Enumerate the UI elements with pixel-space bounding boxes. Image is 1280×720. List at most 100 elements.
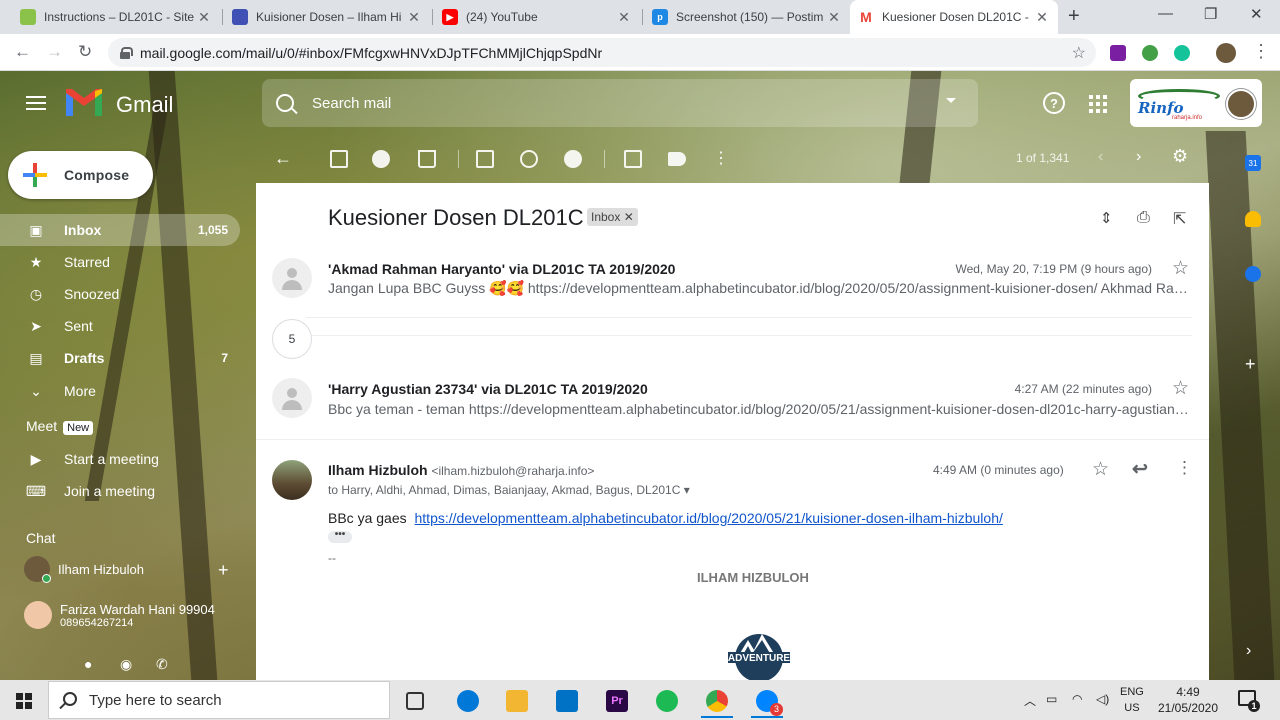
edge-icon[interactable]: [457, 690, 479, 712]
browser-tab-active[interactable]: M Kuesioner Dosen DL201C - ✕: [850, 0, 1058, 34]
older-chevron-icon[interactable]: ›: [1136, 148, 1141, 166]
browser-tab[interactable]: p Screenshot (150) — Postim ✕: [644, 0, 850, 34]
message-snippet[interactable]: Bbc ya teman - teman https://development…: [328, 401, 1192, 417]
account-switcher[interactable]: Rinfo raharja.info: [1130, 79, 1262, 127]
inbox-label-chip[interactable]: Inbox ✕: [587, 208, 638, 226]
volume-icon[interactable]: ◁): [1096, 692, 1109, 706]
close-window-button[interactable]: ✕: [1250, 5, 1263, 23]
show-details-icon[interactable]: ▾: [684, 483, 690, 497]
reload-icon[interactable]: ↻: [78, 42, 92, 62]
extension-globe-icon[interactable]: [1142, 45, 1158, 61]
chat-contact[interactable]: Fariza Wardah Hani 99904 089654267214: [24, 601, 215, 629]
search-input[interactable]: Search mail: [312, 95, 391, 112]
wifi-icon[interactable]: ◠: [1072, 692, 1082, 706]
close-icon[interactable]: ✕: [1034, 9, 1050, 26]
input-language[interactable]: ENG US: [1120, 684, 1144, 716]
more-vert-icon[interactable]: ⋮: [1252, 41, 1270, 62]
forward-arrow-icon[interactable]: →: [46, 42, 63, 62]
taskbar-clock[interactable]: 4:49 21/05/2020: [1148, 684, 1228, 716]
chrome-icon[interactable]: [701, 690, 733, 718]
snooze-icon[interactable]: [520, 150, 538, 168]
minimize-button[interactable]: —: [1158, 5, 1173, 22]
tray-chevron-icon[interactable]: ︿: [1024, 692, 1036, 709]
spotify-icon[interactable]: [656, 690, 678, 712]
add-to-tasks-icon[interactable]: [564, 150, 582, 168]
show-trimmed-content-button[interactable]: •••: [328, 530, 352, 543]
sidebar-item-inbox[interactable]: ▣ Inbox 1,055: [0, 214, 240, 246]
keep-icon[interactable]: [1245, 211, 1261, 227]
sidebar-item-drafts[interactable]: ▤ Drafts 7: [0, 342, 240, 374]
new-tab-button[interactable]: +: [1068, 5, 1080, 28]
mail-app-icon[interactable]: [556, 690, 578, 712]
expand-all-icon[interactable]: ⇕: [1100, 209, 1113, 227]
star-icon[interactable]: ☆: [1172, 377, 1189, 400]
browser-tab[interactable]: Instructions – DL201C - Site ✕: [12, 0, 220, 34]
back-to-inbox-icon[interactable]: ←: [274, 148, 292, 169]
close-icon[interactable]: ✕: [196, 9, 212, 26]
message-sender[interactable]: 'Akmad Rahman Haryanto' via DL201C TA 20…: [328, 261, 675, 277]
search-icon[interactable]: [276, 94, 294, 112]
sidebar-item-sent[interactable]: ➤ Sent: [0, 310, 240, 342]
account-avatar[interactable]: [1226, 89, 1256, 119]
browser-tab[interactable]: ▶ (24) YouTube ✕: [434, 0, 640, 34]
more-vert-icon[interactable]: ⋮: [1176, 458, 1193, 478]
help-icon[interactable]: ?: [1043, 92, 1065, 114]
person-icon[interactable]: ●: [84, 656, 92, 672]
chat-bubble-icon[interactable]: ◉: [120, 656, 132, 673]
archive-icon[interactable]: [330, 150, 348, 168]
message-snippet[interactable]: Jangan Lupa BBC Guyss 🥰🥰 https://develop…: [328, 280, 1192, 297]
back-arrow-icon[interactable]: ←: [14, 42, 31, 62]
get-addons-icon[interactable]: +: [1245, 354, 1256, 375]
compose-button[interactable]: Compose: [8, 151, 153, 199]
open-new-window-icon[interactable]: ⇱: [1173, 209, 1186, 229]
phone-icon[interactable]: ✆: [156, 656, 168, 673]
sidebar-item-more[interactable]: ⌄ More: [0, 375, 240, 407]
grammarly-icon[interactable]: [1174, 45, 1190, 61]
taskbar-search-input[interactable]: Type here to search: [48, 681, 390, 719]
address-bar[interactable]: mail.google.com/mail/u/0/#inbox/FMfcgxwH…: [108, 38, 1096, 67]
search-options-icon[interactable]: [946, 98, 956, 103]
profile-avatar[interactable]: [1216, 43, 1236, 63]
recipients-line[interactable]: to Harry, Aldhi, Ahmad, Dimas, Baianjaay…: [328, 483, 690, 497]
more-options-icon[interactable]: ⋮: [713, 148, 729, 168]
action-center-icon[interactable]: 1: [1238, 690, 1260, 712]
file-explorer-icon[interactable]: [506, 690, 528, 712]
sidebar-item-snoozed[interactable]: ◷ Snoozed: [0, 278, 240, 310]
start-meeting-link[interactable]: ▶ Start a meeting: [0, 443, 240, 475]
label-icon[interactable]: [668, 152, 686, 166]
main-menu-icon[interactable]: [26, 96, 46, 110]
tasks-icon[interactable]: [1245, 266, 1261, 282]
delete-icon[interactable]: [418, 150, 436, 168]
expand-side-panel-icon[interactable]: ›: [1246, 642, 1251, 660]
mark-unread-icon[interactable]: [476, 150, 494, 168]
battery-icon[interactable]: ▭: [1046, 692, 1057, 706]
browser-tab[interactable]: Kuisioner Dosen – Ilham Hi ✕: [224, 0, 430, 34]
bookmark-star-icon[interactable]: ☆: [1072, 43, 1086, 63]
search-bar[interactable]: Search mail: [262, 79, 978, 127]
report-spam-icon[interactable]: [372, 150, 390, 168]
body-link[interactable]: https://developmentteam.alphabetincubato…: [415, 510, 1003, 526]
star-icon[interactable]: ☆: [1172, 257, 1189, 280]
reply-icon[interactable]: ↩: [1132, 458, 1148, 481]
add-chat-icon[interactable]: +: [218, 560, 229, 581]
close-icon[interactable]: ✕: [826, 9, 842, 26]
chat-contact[interactable]: Ilham Hizbuloh: [24, 556, 144, 583]
star-icon[interactable]: ☆: [1092, 458, 1109, 481]
print-icon[interactable]: ⎙: [1137, 209, 1150, 227]
message-sender[interactable]: 'Harry Agustian 23734' via DL201C TA 201…: [328, 381, 648, 397]
join-meeting-link[interactable]: ⌨ Join a meeting: [0, 475, 240, 507]
remove-label-icon[interactable]: ✕: [624, 210, 634, 224]
settings-gear-icon[interactable]: ⚙: [1172, 146, 1188, 167]
sidebar-item-starred[interactable]: ★ Starred: [0, 246, 240, 278]
move-to-icon[interactable]: [624, 150, 642, 168]
extension-icon[interactable]: [1110, 45, 1126, 61]
task-view-icon[interactable]: [406, 692, 424, 710]
premiere-pro-icon[interactable]: Pr: [606, 690, 628, 712]
calendar-icon[interactable]: 31: [1245, 155, 1261, 171]
messenger-icon[interactable]: 3: [751, 690, 783, 718]
close-icon[interactable]: ✕: [616, 9, 632, 26]
windows-start-icon[interactable]: [16, 693, 32, 709]
collapsed-messages-button[interactable]: 5: [272, 319, 312, 359]
maximize-button[interactable]: ❐: [1204, 5, 1217, 23]
newer-chevron-icon[interactable]: ‹: [1098, 148, 1103, 166]
